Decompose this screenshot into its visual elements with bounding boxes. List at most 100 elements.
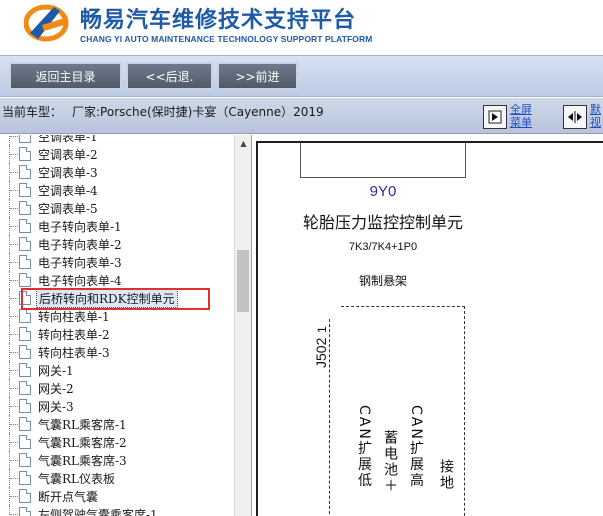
signal-text: 蓄电池＋ xyxy=(382,430,398,494)
menu-label: 菜单 xyxy=(510,116,532,129)
tree-item-label[interactable]: 电子转向表单-4 xyxy=(38,272,122,289)
tree-item[interactable]: 空调表单-4 xyxy=(0,181,234,199)
forward-button[interactable]: >>前进 xyxy=(217,62,298,90)
signal-text: 扩展高 xyxy=(408,440,424,489)
document-icon xyxy=(19,345,31,359)
current-model-value: 厂家:Porsche(保时捷)卡宴（Cayenne）2019 xyxy=(72,105,324,119)
tree-item[interactable]: 转向柱表单-3 xyxy=(0,343,234,361)
tree-item-label[interactable]: 电子转向表单-2 xyxy=(38,236,122,253)
signal-prefix: CAN xyxy=(408,405,424,441)
signal-ground: 接地 xyxy=(438,459,454,491)
tree-item[interactable]: 电子转向表单-3 xyxy=(0,253,234,271)
document-icon xyxy=(19,417,31,431)
tree-list: 空调表单-1 空调表单-2 空调表单-3 空调表单-4 空调表单-5 电子转向表单-1 电子… xyxy=(0,135,234,516)
fullscreen-toggle[interactable] xyxy=(483,105,507,129)
suspension-note: 钢制悬架 xyxy=(358,274,407,288)
document-icon xyxy=(19,489,31,503)
tree-scrollbar[interactable]: ▲ xyxy=(234,135,251,516)
tree-item-label[interactable]: 电子转向表单-1 xyxy=(38,218,122,235)
tree-item-label[interactable]: 空调表单-4 xyxy=(38,182,98,199)
tree-item-label[interactable]: 空调表单-1 xyxy=(38,135,98,145)
document-icon xyxy=(19,219,31,233)
tree-item[interactable]: 气囊RL仪表板 xyxy=(0,469,234,487)
toolbar: 返回主目录 <<后退. >>前进 xyxy=(0,55,603,97)
tree-item[interactable]: 空调表单-3 xyxy=(0,163,234,181)
signal-battery: 蓄电池＋ xyxy=(382,430,398,494)
tree-item[interactable]: 电子转向表单-2 xyxy=(0,235,234,253)
signal-text: 扩展低 xyxy=(356,440,372,489)
document-icon xyxy=(19,135,31,143)
tree-item-label[interactable]: 气囊RL乘客席-1 xyxy=(38,416,127,433)
document-icon xyxy=(19,327,31,341)
tree-item-label[interactable]: 网关-2 xyxy=(38,380,74,397)
tree-item[interactable]: 空调表单-1 xyxy=(0,135,234,145)
tree-item-label[interactable]: 气囊RL乘客席-3 xyxy=(38,452,127,469)
tree-item[interactable]: 电子转向表单-1 xyxy=(0,217,234,235)
signal-can-low: CAN扩展低 xyxy=(356,405,372,489)
tree-item[interactable]: 空调表单-2 xyxy=(0,145,234,163)
document-icon xyxy=(19,381,31,395)
tree-item-label[interactable]: 断开点气囊 xyxy=(38,488,98,505)
tree-item[interactable]: 转向柱表单-2 xyxy=(0,325,234,343)
arrow-right-icon xyxy=(488,110,502,124)
back-button[interactable]: <<后退. xyxy=(126,62,213,90)
status-bar: 当前车型： 厂家:Porsche(保时捷)卡宴（Cayenne）2019 全屏 菜… xyxy=(0,98,603,134)
app-header: 畅易汽车维修技术支持平台 CHANG YI AUTO MAINTENANCE T… xyxy=(0,0,603,55)
tree-item-label[interactable]: 气囊RL仪表板 xyxy=(38,470,115,487)
tree-item[interactable]: 断开点气囊 xyxy=(0,487,234,505)
pin-number: 1 xyxy=(315,326,329,333)
tree-item[interactable]: 左侧驾驶气囊乘客席-1 xyxy=(0,505,234,516)
app-title: 畅易汽车维修技术支持平台 xyxy=(80,8,357,33)
tree-item-label[interactable]: 网关-3 xyxy=(38,398,74,415)
tree-item-label[interactable]: 转向柱表单-3 xyxy=(38,344,110,361)
view-label: 视 xyxy=(590,116,601,129)
tree-item-label[interactable]: 空调表单-5 xyxy=(38,200,98,217)
document-icon xyxy=(19,453,31,467)
document-icon xyxy=(19,147,31,161)
tree-item-label[interactable]: 电子转向表单-3 xyxy=(38,254,122,271)
tree-item[interactable]: 网关-2 xyxy=(0,379,234,397)
document-icon xyxy=(19,165,31,179)
tree-item-label[interactable]: 空调表单-3 xyxy=(38,164,98,181)
upper-component-box xyxy=(300,143,466,178)
selection-highlight xyxy=(21,288,210,310)
document-icon xyxy=(19,201,31,215)
fullscreen-label: 全屏 xyxy=(510,103,532,116)
tree-item-label[interactable]: 气囊RL乘客席-2 xyxy=(38,434,127,451)
tree-item-label[interactable]: 转向柱表单-2 xyxy=(38,326,110,343)
document-icon xyxy=(19,255,31,269)
document-icon xyxy=(19,399,31,413)
tree-item[interactable]: 空调表单-5 xyxy=(0,199,234,217)
split-view-toggle[interactable] xyxy=(563,105,587,129)
tree-item-label[interactable]: 转向柱表单-1 xyxy=(38,308,110,325)
tree-item[interactable]: 气囊RL乘客席-2 xyxy=(0,433,234,451)
menu-tree: 空调表单-1 空调表单-2 空调表单-3 空调表单-4 空调表单-5 电子转向表单-1 电子… xyxy=(0,135,252,516)
tree-item[interactable]: 气囊RL乘客席-3 xyxy=(0,451,234,469)
logo-icon xyxy=(24,4,69,42)
home-button[interactable]: 返回主目录 xyxy=(9,62,122,90)
app-subtitle: CHANG YI AUTO MAINTENANCE TECHNOLOGY SUP… xyxy=(80,34,373,44)
document-icon xyxy=(19,183,31,197)
document-icon xyxy=(19,435,31,449)
signal-text: 接地 xyxy=(438,459,454,491)
document-icon xyxy=(19,471,31,485)
tree-item[interactable]: 气囊RL乘客席-1 xyxy=(0,415,234,433)
scroll-thumb[interactable] xyxy=(237,250,249,312)
tree-item-label[interactable]: 左侧驾驶气囊乘客席-1 xyxy=(38,506,158,516)
fullscreen-menu-link[interactable]: 全屏 菜单 xyxy=(510,103,532,129)
current-model: 当前车型： 厂家:Porsche(保时捷)卡宴（Cayenne）2019 xyxy=(2,103,324,120)
scroll-up-arrow-icon[interactable]: ▲ xyxy=(235,135,252,152)
connector-id: J502 xyxy=(313,337,329,368)
document-icon xyxy=(19,273,31,287)
tree-item[interactable]: 网关-3 xyxy=(0,397,234,415)
tree-item[interactable]: 电子转向表单-4 xyxy=(0,271,234,289)
tree-item-label[interactable]: 空调表单-2 xyxy=(38,146,98,163)
part-numbers: 7K3/7K4+1P0 xyxy=(348,241,418,253)
model-code: 9Y0 xyxy=(369,183,397,200)
default-view-link[interactable]: 默 视 xyxy=(590,103,601,129)
tree-item-label[interactable]: 网关-1 xyxy=(38,362,74,379)
current-model-label: 当前车型： xyxy=(2,105,63,119)
tree-item[interactable]: 网关-1 xyxy=(0,361,234,379)
document-icon xyxy=(19,237,31,251)
document-icon xyxy=(19,309,31,323)
